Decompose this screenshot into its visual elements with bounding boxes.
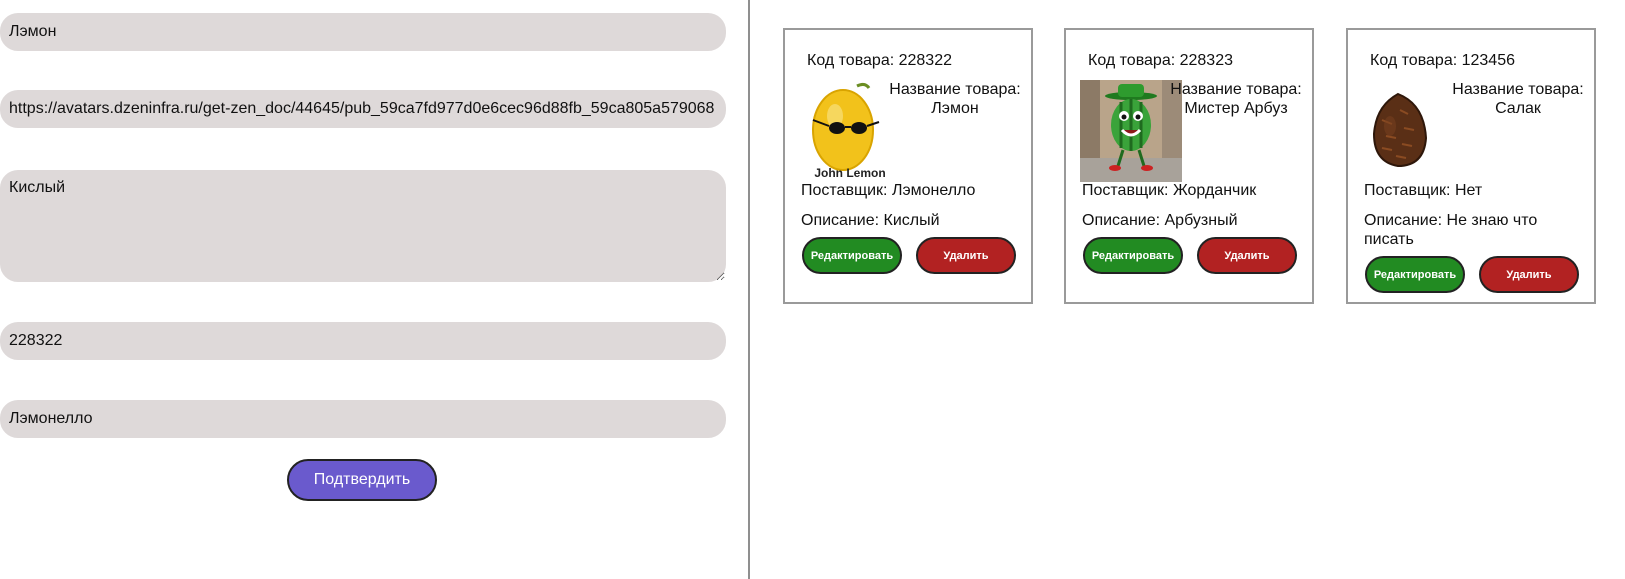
product-description: Описание: Не знаю что писать [1364,212,1538,248]
description-field[interactable]: Кислый [0,170,726,282]
product-code: Код товара: 228323 [1088,52,1233,69]
product-card: Код товара: 123456 Название товара: Сала… [1346,28,1596,304]
delete-button[interactable]: Удалить [1479,256,1579,293]
edit-button[interactable]: Редактировать [802,237,902,274]
product-description: Описание: Арбузный [1082,212,1238,229]
delete-button[interactable]: Удалить [916,237,1016,274]
product-card: Код товара: 228323 Название товара: Мист… [1064,28,1314,304]
product-description: Описание: Кислый [801,212,940,229]
product-supplier: Поставщик: Нет [1364,182,1483,199]
product-supplier: Поставщик: Жорданчик [1082,182,1257,199]
code-field[interactable] [0,322,726,360]
submit-button[interactable]: Подтвердить [287,459,437,501]
product-card: Код товара: 228322 John Lemon Название т… [783,28,1033,304]
supplier-field[interactable] [0,400,726,438]
product-name: Название товара: Мистер Арбуз [1170,81,1302,117]
product-code: Код товара: 228322 [807,52,952,69]
image-url-field[interactable] [0,90,726,128]
product-name: Название товара: Салак [1452,81,1584,117]
name-field[interactable] [0,13,726,51]
product-name: Название товара: Лэмон [889,81,1021,117]
product-code: Код товара: 123456 [1370,52,1515,69]
vertical-divider [748,0,750,579]
delete-button[interactable]: Удалить [1197,237,1297,274]
edit-button[interactable]: Редактировать [1365,256,1465,293]
edit-button[interactable]: Редактировать [1083,237,1183,274]
image-caption: John Lemon [814,166,885,180]
product-supplier: Поставщик: Лэмонелло [801,182,976,199]
product-form: Кислый Подтвердить [0,0,748,579]
